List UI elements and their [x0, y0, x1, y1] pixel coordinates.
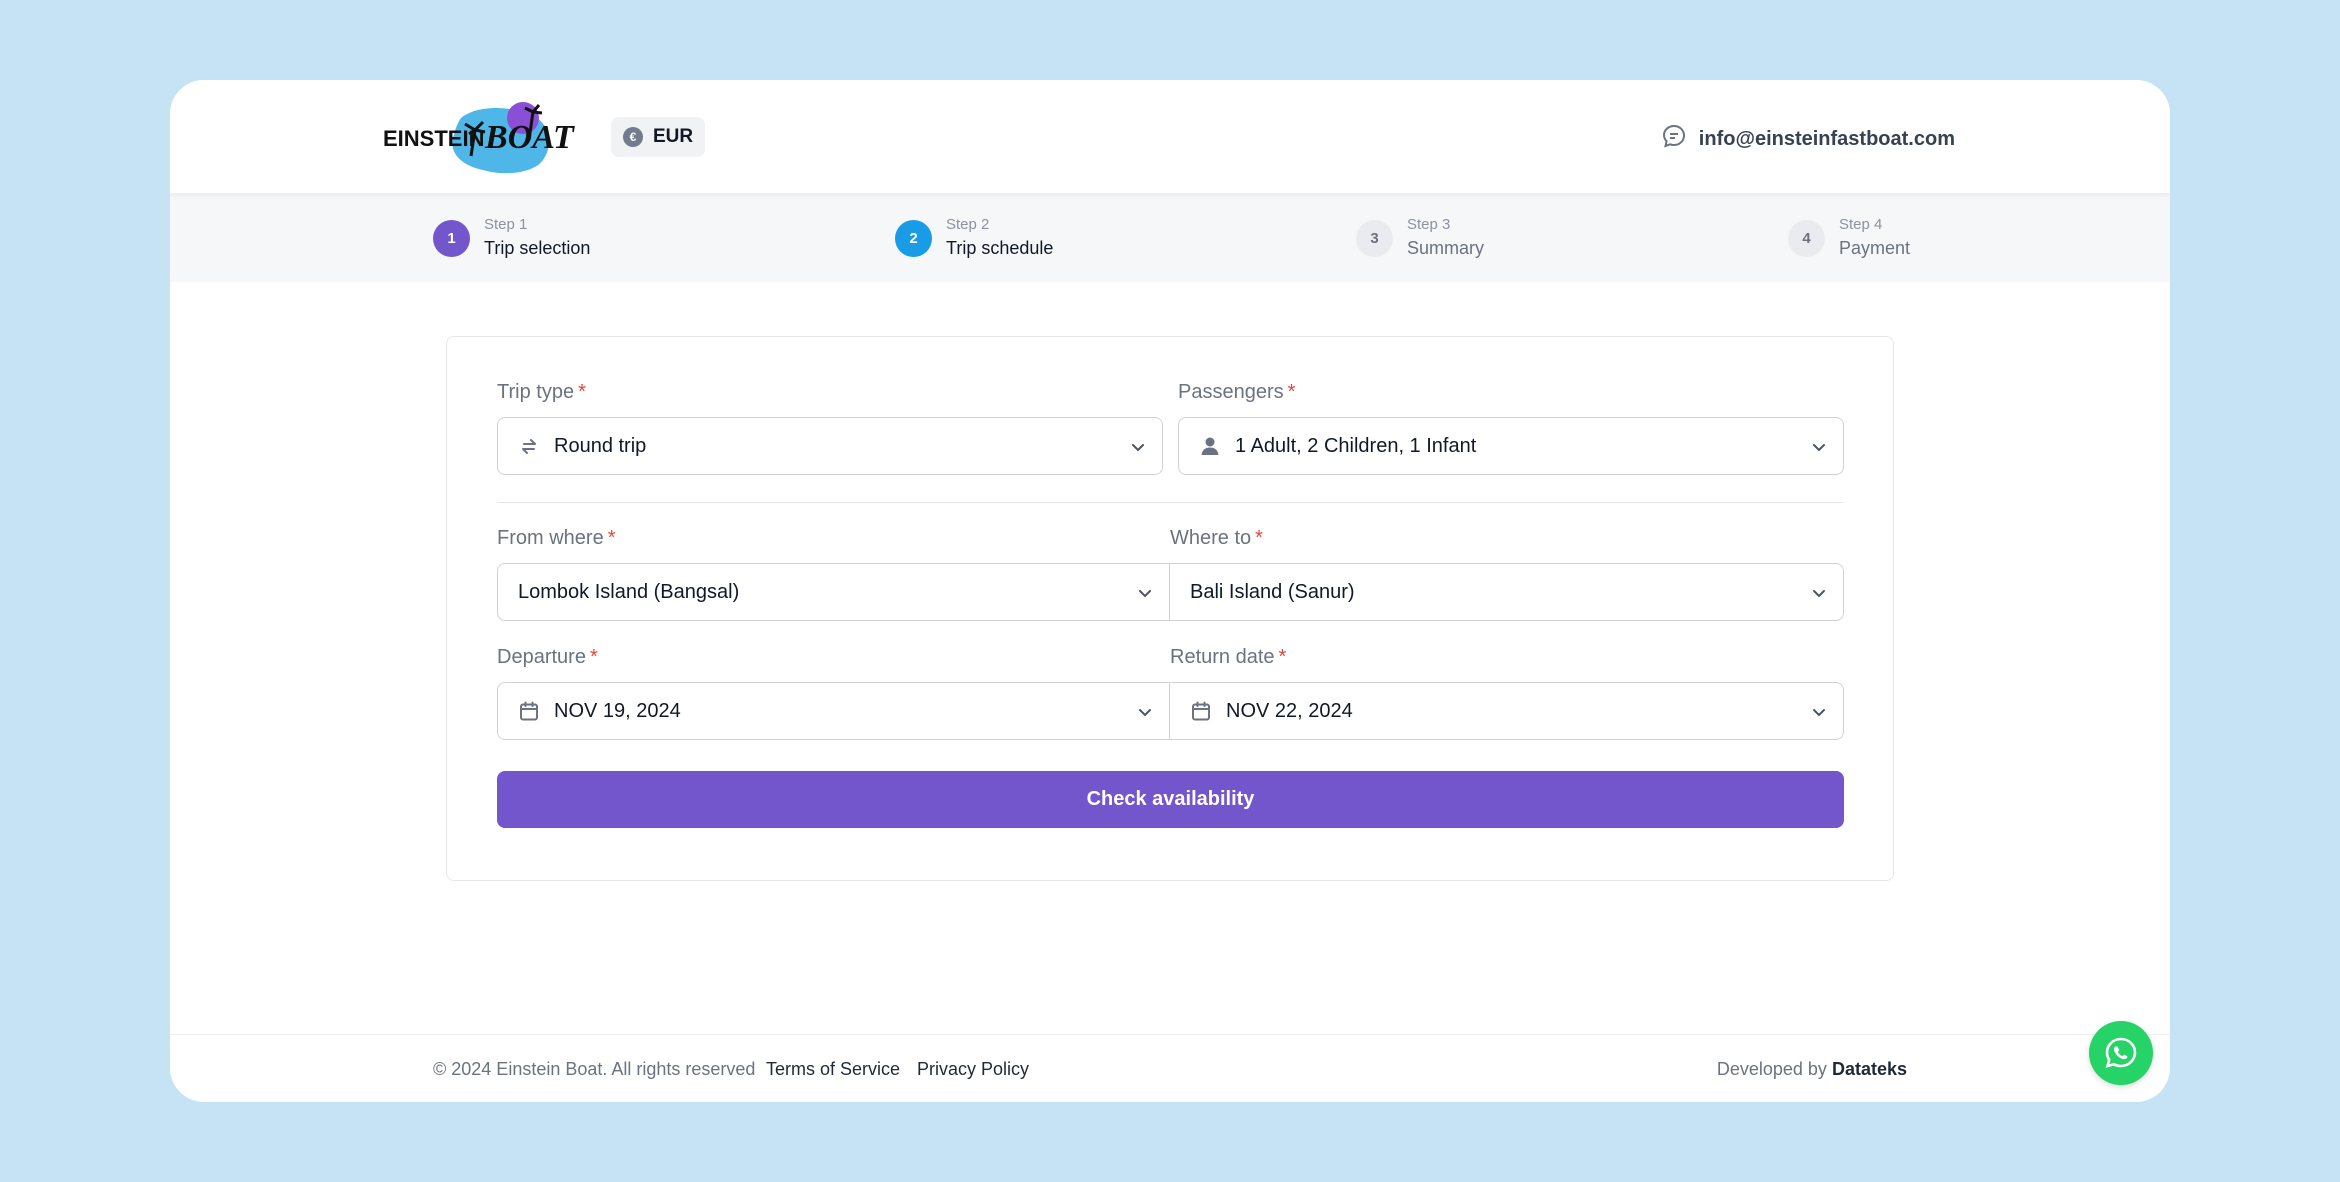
step-3-caption: Step 3: [1407, 216, 1451, 233]
step-1-caption: Step 1: [484, 216, 528, 233]
passengers-label: Passengers *: [1178, 381, 1296, 403]
step-summary[interactable]: 3 Step 3 Summary: [1356, 215, 1484, 261]
swap-arrows-icon: [518, 435, 540, 457]
departure-date-picker[interactable]: NOV 19, 2024: [497, 682, 1170, 740]
calendar-icon: [1190, 700, 1212, 722]
passengers-value: 1 Adult, 2 Children, 1 Infant: [1235, 434, 1477, 457]
booking-form: Trip type * Round trip Passengers * 1 Ad…: [446, 336, 1894, 881]
from-where-value: Lombok Island (Bangsal): [518, 580, 740, 603]
where-to-label: Where to *: [1170, 527, 1263, 549]
step-trip-selection[interactable]: 1 Step 1 Trip selection: [433, 215, 590, 261]
departure-label: Departure *: [497, 646, 598, 668]
chevron-down-icon: [1139, 709, 1151, 717]
step-2-title: Trip schedule: [946, 238, 1054, 258]
from-where-select[interactable]: Lombok Island (Bangsal): [497, 563, 1170, 621]
passengers-select[interactable]: 1 Adult, 2 Children, 1 Infant: [1178, 417, 1844, 475]
step-1-title: Trip selection: [484, 238, 591, 258]
step-payment[interactable]: 4 Step 4 Payment: [1788, 215, 1910, 261]
footer: © 2024 Einstein Boat. All rights reserve…: [170, 1034, 2170, 1102]
developer-credit[interactable]: Developed by Datateks: [1717, 1059, 1907, 1080]
currency-label: EUR: [653, 126, 694, 147]
chevron-down-icon: [1132, 444, 1144, 452]
return-date-value: NOV 22, 2024: [1226, 699, 1353, 722]
trip-type-select[interactable]: Round trip: [497, 417, 1163, 475]
step-4-title: Payment: [1839, 238, 1911, 258]
terms-of-service-link[interactable]: Terms of Service: [766, 1059, 900, 1080]
euro-icon: €: [623, 127, 643, 147]
developer-name: Datateks: [1831, 1059, 1907, 1079]
calendar-icon: [518, 700, 540, 722]
contact-email: info@einsteinfastboat.com: [1698, 127, 1955, 150]
steps-bar: 1 Step 1 Trip selection 2 Step 2 Trip sc…: [170, 193, 2170, 282]
trip-type-label: Trip type *: [497, 381, 586, 403]
form-divider: [497, 502, 1843, 503]
check-availability-button[interactable]: Check availability: [497, 771, 1844, 828]
chat-bubble-icon: [1661, 123, 1687, 155]
where-to-select[interactable]: Bali Island (Sanur): [1169, 563, 1844, 621]
return-date-label: Return date *: [1170, 646, 1287, 668]
chevron-down-icon: [1139, 590, 1151, 598]
step-4-number: 4: [1788, 219, 1825, 257]
step-trip-schedule[interactable]: 2 Step 2 Trip schedule: [895, 215, 1053, 261]
chevron-down-icon: [1813, 590, 1825, 598]
privacy-policy-link[interactable]: Privacy Policy: [917, 1059, 1029, 1080]
chevron-down-icon: [1813, 709, 1825, 717]
step-3-title: Summary: [1407, 238, 1485, 258]
return-date-picker[interactable]: NOV 22, 2024: [1169, 682, 1844, 740]
where-to-value: Bali Island (Sanur): [1190, 580, 1355, 603]
step-2-number: 2: [895, 219, 932, 257]
whatsapp-icon: [2105, 1037, 2137, 1068]
departure-value: NOV 19, 2024: [554, 699, 681, 722]
copyright-text: © 2024 Einstein Boat. All rights reserve…: [433, 1059, 756, 1079]
user-icon: [1199, 435, 1221, 457]
step-3-number: 3: [1356, 219, 1393, 257]
logo[interactable]: EINSTEIN BOAT: [383, 100, 583, 176]
from-where-label: From where *: [497, 527, 616, 549]
chevron-down-icon: [1813, 444, 1825, 452]
whatsapp-button[interactable]: [2089, 1021, 2153, 1085]
step-4-caption: Step 4: [1839, 216, 1883, 233]
svg-text:EINSTEIN: EINSTEIN: [383, 126, 484, 151]
step-2-caption: Step 2: [946, 216, 990, 233]
trip-type-value: Round trip: [554, 434, 647, 457]
currency-selector[interactable]: € EUR: [611, 117, 706, 157]
header: EINSTEIN BOAT € EUR info@einsteinfastboa…: [170, 80, 2170, 193]
main-card: EINSTEIN BOAT € EUR info@einsteinfastboa…: [170, 80, 2170, 1102]
step-1-number: 1: [433, 219, 470, 257]
contact-email-link[interactable]: info@einsteinfastboat.com: [1661, 123, 1955, 155]
